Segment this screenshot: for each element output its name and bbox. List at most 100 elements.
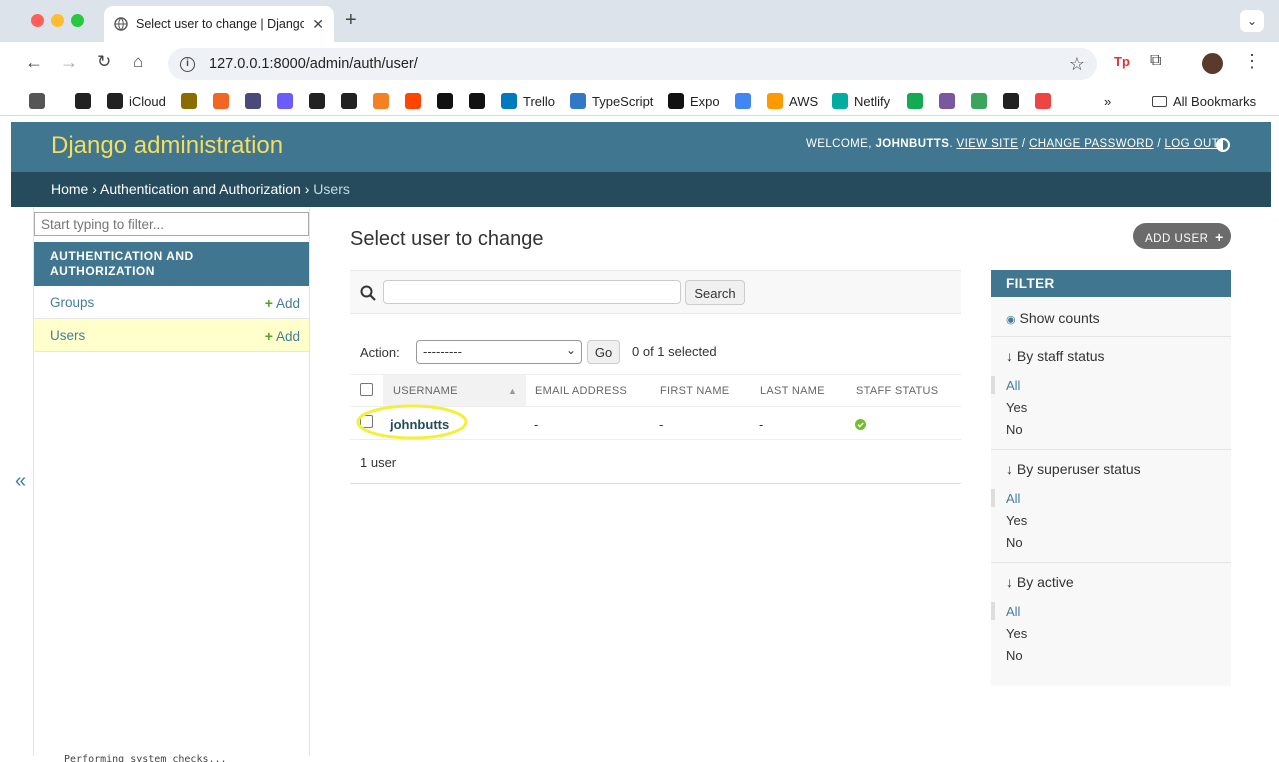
add-group-link[interactable]: + Add <box>265 295 300 311</box>
column-header-username[interactable]: USERNAME <box>393 385 458 397</box>
bookmark-item[interactable]: Expo <box>668 92 720 110</box>
tab-search-icon[interactable]: ⌄ <box>1240 10 1264 32</box>
column-header-staff-status[interactable]: STAFF STATUS <box>856 385 938 397</box>
gcloud-icon <box>735 93 751 109</box>
bookmark-item[interactable] <box>469 92 485 110</box>
change-password-link[interactable]: CHANGE PASSWORD <box>1029 138 1154 150</box>
filter-option-no[interactable]: No <box>1006 535 1023 550</box>
filter-option-yes[interactable]: Yes <box>1006 513 1027 528</box>
toggle-nav-sidebar[interactable]: « <box>15 470 26 493</box>
reload-icon[interactable]: ↻ <box>97 52 111 72</box>
site-branding[interactable]: Django administration <box>51 132 283 160</box>
bookmark-item[interactable] <box>437 92 453 110</box>
maximize-window-icon[interactable] <box>71 14 84 27</box>
search-icon <box>360 285 376 301</box>
bookmark-item[interactable] <box>309 92 325 110</box>
bookmark-item[interactable] <box>341 92 357 110</box>
all-bookmarks[interactable]: All Bookmarks <box>1152 92 1256 110</box>
show-counts-link[interactable]: ◉ Show counts <box>1006 310 1100 326</box>
select-all-checkbox[interactable] <box>360 383 373 396</box>
bookmark-item[interactable]: TypeScript <box>570 92 653 110</box>
column-header-last-name[interactable]: LAST NAME <box>760 385 825 397</box>
nav-filter-input[interactable] <box>34 212 309 236</box>
breadcrumb-current: Users <box>313 181 350 197</box>
filter-option-yes[interactable]: Yes <box>1006 400 1027 415</box>
bookmark-item[interactable] <box>181 92 197 110</box>
theme-toggle-icon[interactable] <box>1216 138 1230 152</box>
column-header-email[interactable]: EMAIL ADDRESS <box>535 385 627 397</box>
filter-option-all[interactable]: All <box>1006 378 1020 393</box>
browser-tab[interactable]: Select user to change | Django ✕ <box>104 6 334 42</box>
go-button[interactable]: Go <box>587 340 620 364</box>
sidebar-item-label[interactable]: Users <box>50 328 85 343</box>
profile-avatar[interactable] <box>1202 53 1223 74</box>
home-icon[interactable]: ⌂ <box>133 52 143 72</box>
search-input[interactable] <box>383 280 681 304</box>
bookmark-item[interactable] <box>373 92 389 110</box>
bookmark-item[interactable] <box>405 92 421 110</box>
close-tab-icon[interactable]: ✕ <box>312 16 324 33</box>
bookmark-item[interactable]: Netlify <box>832 92 890 110</box>
breadcrumb-app[interactable]: Authentication and Authorization <box>100 181 301 197</box>
first-name-cell: - <box>659 417 664 432</box>
arrow-down-icon: ↓ <box>1006 348 1013 364</box>
sort-ascending-icon[interactable]: ▲ <box>508 386 517 396</box>
minimize-window-icon[interactable] <box>51 14 64 27</box>
breadcrumb-home[interactable]: Home <box>51 181 88 197</box>
column-header-first-name[interactable]: FIRST NAME <box>660 385 729 397</box>
bookmark-item[interactable]: iCloud <box>107 92 166 110</box>
more-bookmarks-icon[interactable]: » <box>1104 92 1111 110</box>
site-info-icon[interactable]: i <box>180 56 195 72</box>
bookmark-item[interactable] <box>1035 92 1051 110</box>
filter-option-all[interactable]: All <box>1006 604 1020 619</box>
bookmark-item[interactable] <box>29 92 45 110</box>
apple-icon <box>107 93 123 109</box>
bookmark-item[interactable] <box>971 92 987 110</box>
bookmarks-bar: iCloud Trello TypeScript Expo AWS Netlify » All… <box>0 86 1279 116</box>
extension-tp-icon[interactable]: Tp <box>1114 54 1130 69</box>
app-caption[interactable]: AUTHENTICATION AND AUTHORIZATION <box>34 242 309 286</box>
filter-option-yes[interactable]: Yes <box>1006 626 1027 641</box>
filter-option-no[interactable]: No <box>1006 422 1023 437</box>
back-icon[interactable]: ← <box>25 52 43 73</box>
bookmark-star-icon[interactable]: ☆ <box>1069 54 1085 75</box>
address-bar[interactable]: i 127.0.0.1:8000/admin/auth/user/ ☆ <box>168 48 1097 80</box>
filter-divider <box>991 336 1231 337</box>
bookmark-item[interactable] <box>735 92 751 110</box>
bookmark-item[interactable] <box>277 92 293 110</box>
log-out-link[interactable]: LOG OUT <box>1165 138 1220 150</box>
bookmark-item[interactable] <box>213 92 229 110</box>
add-user-button[interactable]: ADD USER + <box>1133 223 1231 249</box>
bookmark-item[interactable]: AWS <box>767 92 818 110</box>
sidebar-item-label[interactable]: Groups <box>50 295 94 310</box>
extensions-icon[interactable]: ⧉ <box>1150 52 1161 70</box>
bookmark-item[interactable]: Trello <box>501 92 555 110</box>
bookmark-label: TypeScript <box>592 93 654 109</box>
bookmark-item[interactable] <box>1003 92 1019 110</box>
trello-icon <box>501 93 517 109</box>
paginator: 1 user <box>350 440 961 484</box>
close-window-icon[interactable] <box>31 14 44 27</box>
menu-icon[interactable]: ⋮ <box>1243 51 1261 72</box>
url-text: 127.0.0.1:8000/admin/auth/user/ <box>209 56 418 72</box>
add-user-link[interactable]: + Add <box>265 328 300 344</box>
bookmark-item[interactable] <box>75 92 91 110</box>
plus-icon: + <box>1215 229 1224 245</box>
bookmark-item[interactable] <box>907 92 923 110</box>
action-select[interactable]: --------- ⌄ <box>416 340 582 364</box>
filter-option-all[interactable]: All <box>1006 491 1020 506</box>
sidebar-item-groups[interactable]: Groups + Add <box>34 286 309 319</box>
username-link[interactable]: johnbutts <box>390 417 449 432</box>
view-site-link[interactable]: VIEW SITE <box>957 138 1019 150</box>
filter-heading-label: By superuser status <box>1016 461 1141 477</box>
action-select-value: --------- <box>423 344 462 359</box>
new-tab-icon[interactable]: + <box>345 9 357 32</box>
aws-icon <box>767 93 783 109</box>
folder-icon <box>1152 95 1167 107</box>
bookmark-item[interactable] <box>939 92 955 110</box>
filter-option-no[interactable]: No <box>1006 648 1023 663</box>
bookmark-item[interactable] <box>245 92 261 110</box>
forward-icon[interactable]: → <box>60 52 78 73</box>
search-button[interactable]: Search <box>685 280 745 305</box>
sidebar-item-users[interactable]: Users + Add <box>34 319 309 352</box>
